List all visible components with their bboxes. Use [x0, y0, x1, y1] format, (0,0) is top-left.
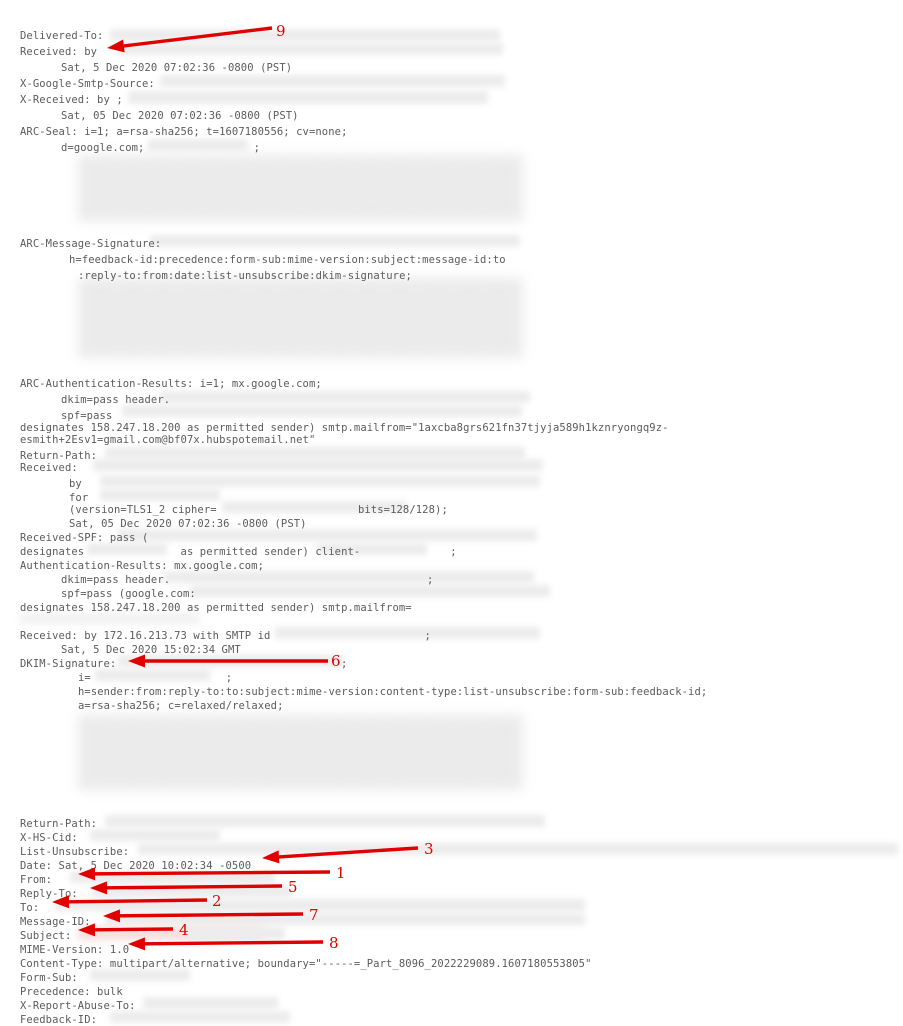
redacted-value	[105, 447, 525, 459]
header-line-received-1: Received: by	[20, 46, 98, 58]
header-line-return-path-1: Return-Path:	[20, 450, 98, 462]
redacted-value	[117, 529, 537, 541]
header-line-dkim-i: i= ;	[78, 672, 233, 684]
redacted-value	[93, 459, 543, 471]
email-header-document: Delivered-To: Received: by Sat, 5 Dec 2020…	[0, 0, 903, 1026]
redacted-value	[100, 489, 220, 501]
header-line-feedback-id: Feedback-ID:	[20, 1014, 98, 1026]
header-line-precedence: Precedence: bulk	[20, 986, 123, 998]
annotation-number-6: 6	[331, 652, 341, 670]
redacted-value	[90, 969, 190, 981]
redacted-value	[110, 1011, 290, 1023]
header-line-dkim-sig-semicolon: ;	[341, 658, 348, 670]
redacted-value	[160, 75, 505, 87]
header-line-delivered-to: Delivered-To:	[20, 30, 104, 42]
header-line-auth-spf: spf=pass (google.com:	[61, 588, 196, 600]
redacted-value	[138, 843, 898, 855]
header-line-return-path-2: Return-Path:	[20, 818, 98, 830]
redacted-value	[100, 475, 540, 487]
header-line-x-hs-cid: X-HS-Cid:	[20, 832, 78, 844]
annotation-number-9: 9	[276, 22, 286, 40]
annotation-number-5: 5	[288, 878, 298, 896]
header-line-received-2-for: for	[69, 492, 89, 504]
redacted-value	[55, 899, 585, 911]
header-line-auth-dkim: dkim=pass header. ;	[61, 574, 434, 586]
header-line-auth-designates: designates 158.247.18.200 as permitted s…	[20, 602, 412, 614]
redacted-value	[90, 829, 220, 841]
redacted-value	[78, 278, 523, 358]
header-line-x-report-abuse-to: X-Report-Abuse-To:	[20, 1000, 136, 1012]
redacted-value	[122, 405, 522, 417]
header-line-spf-designates: designates as permitted sender) client- …	[20, 546, 457, 558]
header-line-to: To:	[20, 902, 40, 914]
header-line-arc-message-sig: ARC-Message-Signature:	[20, 238, 162, 250]
header-line-arc-dkim: dkim=pass header.	[61, 394, 171, 406]
header-line-from: From:	[20, 874, 53, 886]
header-line-dkim-h: h=sender:from:reply-to:to:subject:mime-v…	[78, 686, 708, 698]
redacted-value	[150, 235, 520, 247]
header-line-arc-seal: ARC-Seal: i=1; a=rsa-sha256; t=160718055…	[20, 126, 348, 138]
header-line-form-sub: Form-Sub:	[20, 972, 78, 984]
header-line-mime-version: MIME-Version: 1.0	[20, 944, 130, 956]
redacted-value	[92, 885, 292, 897]
annotation-number-1: 1	[336, 864, 346, 882]
redacted-value	[78, 155, 523, 221]
redacted-value	[78, 715, 523, 790]
header-line-dkim-a: a=rsa-sha256; c=relaxed/relaxed;	[78, 700, 284, 712]
header-line-received-3-date: Sat, 5 Dec 2020 15:02:34 GMT	[61, 644, 241, 656]
header-line-list-unsubscribe: List-Unsubscribe:	[20, 846, 130, 858]
header-line-arc-designates-2: esmith+2Esv1=gmail.com@bf07x.hubspotemai…	[20, 434, 316, 446]
annotation-number-3: 3	[424, 840, 434, 858]
annotation-number-4: 4	[179, 921, 189, 939]
header-line-received-2-tls: (version=TLS1_2 cipher= bits=128/128);	[69, 504, 448, 516]
header-line-dkim-signature: DKIM-Signature:	[20, 658, 117, 670]
header-line-received-1-date: Sat, 5 Dec 2020 07:02:36 -0800 (PST)	[61, 62, 293, 74]
redacted-value	[105, 815, 545, 827]
header-line-arc-auth-results: ARC-Authentication-Results: i=1; mx.goog…	[20, 378, 322, 390]
redacted-value	[118, 43, 503, 55]
header-line-content-type: Content-Type: multipart/alternative; bou…	[20, 958, 592, 970]
redacted-value	[128, 91, 488, 104]
redacted-value	[105, 913, 585, 925]
header-line-arc-msg-h2: :reply-to:from:date:list-unsubscribe:dki…	[78, 270, 412, 282]
header-line-arc-spf: spf=pass	[61, 410, 113, 422]
header-line-received-2-by: by	[69, 478, 82, 490]
redacted-value	[143, 997, 278, 1009]
header-line-arc-designates: designates 158.247.18.200 as permitted s…	[20, 422, 669, 434]
header-line-received-2: Received:	[20, 462, 78, 474]
header-line-received-3: Received: by 172.16.213.73 with SMTP id …	[20, 630, 431, 642]
header-line-date: Date: Sat, 5 Dec 2020 10:02:34 -0500	[20, 860, 252, 872]
annotation-number-2: 2	[212, 892, 222, 910]
header-line-arc-msg-h: h=feedback-id:precedence:form-sub:mime-v…	[69, 254, 506, 266]
header-line-received-spf: Received-SPF: pass (	[20, 532, 149, 544]
redacted-value	[110, 29, 500, 41]
header-line-x-received: X-Received: by ;	[20, 94, 123, 106]
header-line-reply-to: Reply-To:	[20, 888, 78, 900]
header-line-x-google-smtp-source: X-Google-Smtp-Source:	[20, 78, 155, 90]
header-line-received-2-date: Sat, 05 Dec 2020 07:02:36 -0800 (PST)	[69, 518, 307, 530]
header-line-message-id: Message-ID:	[20, 916, 91, 928]
header-line-subject: Subject:	[20, 930, 72, 942]
annotation-number-7: 7	[309, 906, 319, 924]
header-line-x-received-date: Sat, 05 Dec 2020 07:02:36 -0800 (PST)	[61, 110, 299, 122]
redacted-value	[118, 655, 343, 667]
redacted-value	[190, 585, 550, 597]
redacted-value	[185, 927, 285, 940]
redacted-value	[70, 871, 275, 883]
annotation-number-8: 8	[329, 934, 339, 952]
header-line-auth-results: Authentication-Results: mx.google.com;	[20, 560, 265, 572]
redacted-value	[20, 613, 200, 624]
header-line-arc-seal-d: d=google.com; ;	[61, 142, 261, 154]
redacted-value	[160, 391, 530, 403]
